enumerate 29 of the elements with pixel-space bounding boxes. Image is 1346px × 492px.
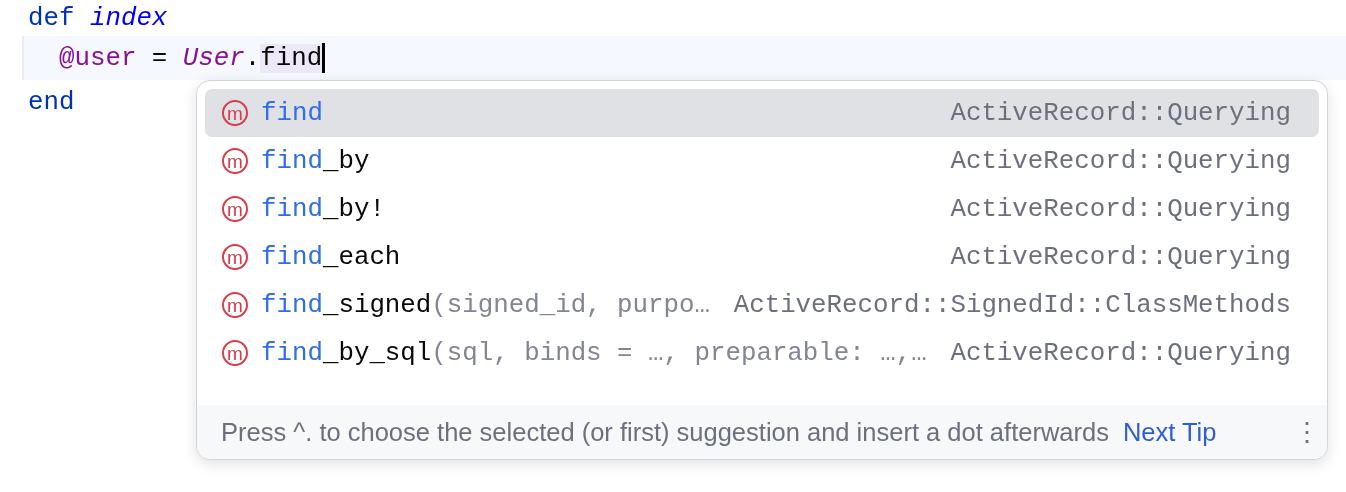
code-line: end: [28, 87, 75, 117]
completion-item[interactable]: m find_each ActiveRecord::Querying: [205, 233, 1319, 281]
method-icon: m: [222, 292, 248, 318]
completion-item[interactable]: m find ActiveRecord::Querying: [205, 89, 1319, 137]
method-signature: find_each: [261, 242, 401, 272]
method-signature: find_by: [261, 146, 370, 176]
completion-item[interactable]: m find_by! ActiveRecord::Querying: [205, 185, 1319, 233]
code-line: def index: [28, 3, 168, 33]
method-icon: m: [222, 244, 248, 270]
more-menu-button[interactable]: ⋮: [1287, 416, 1327, 448]
owner-label: ActiveRecord::Querying: [949, 98, 1291, 128]
completion-item[interactable]: m find_by ActiveRecord::Querying: [205, 137, 1319, 185]
method-signature: find_signed(signed_id, purpo…: [261, 290, 710, 320]
owner-label: ActiveRecord::Querying: [949, 146, 1291, 176]
method-icon: m: [222, 100, 248, 126]
method-icon: m: [222, 340, 248, 366]
method-signature: find_by!: [261, 194, 385, 224]
completion-item[interactable]: m find_by_sql(sql, binds = …, preparable: …,… ActiveRecord::Querying: [205, 329, 1319, 377]
method-signature: find: [261, 98, 323, 128]
owner-label: ActiveRecord::SignedId::ClassMethods: [732, 290, 1291, 320]
method-signature: find_by_sql(sql, binds = …, preparable: …,…: [261, 338, 927, 368]
owner-label: ActiveRecord::Querying: [949, 242, 1291, 272]
owner-label: ActiveRecord::Querying: [949, 338, 1291, 368]
tip-text: Press ^. to choose the selected (or first) suggestion and insert a dot afterwards: [221, 417, 1109, 447]
method-icon: m: [222, 196, 248, 222]
next-tip-link[interactable]: Next Tip: [1122, 417, 1217, 447]
owner-label: ActiveRecord::Querying: [949, 194, 1291, 224]
completion-item[interactable]: m find_signed(signed_id, purpo… ActiveRecord::SignedId::ClassMethods: [205, 281, 1319, 329]
method-icon: m: [222, 148, 248, 174]
